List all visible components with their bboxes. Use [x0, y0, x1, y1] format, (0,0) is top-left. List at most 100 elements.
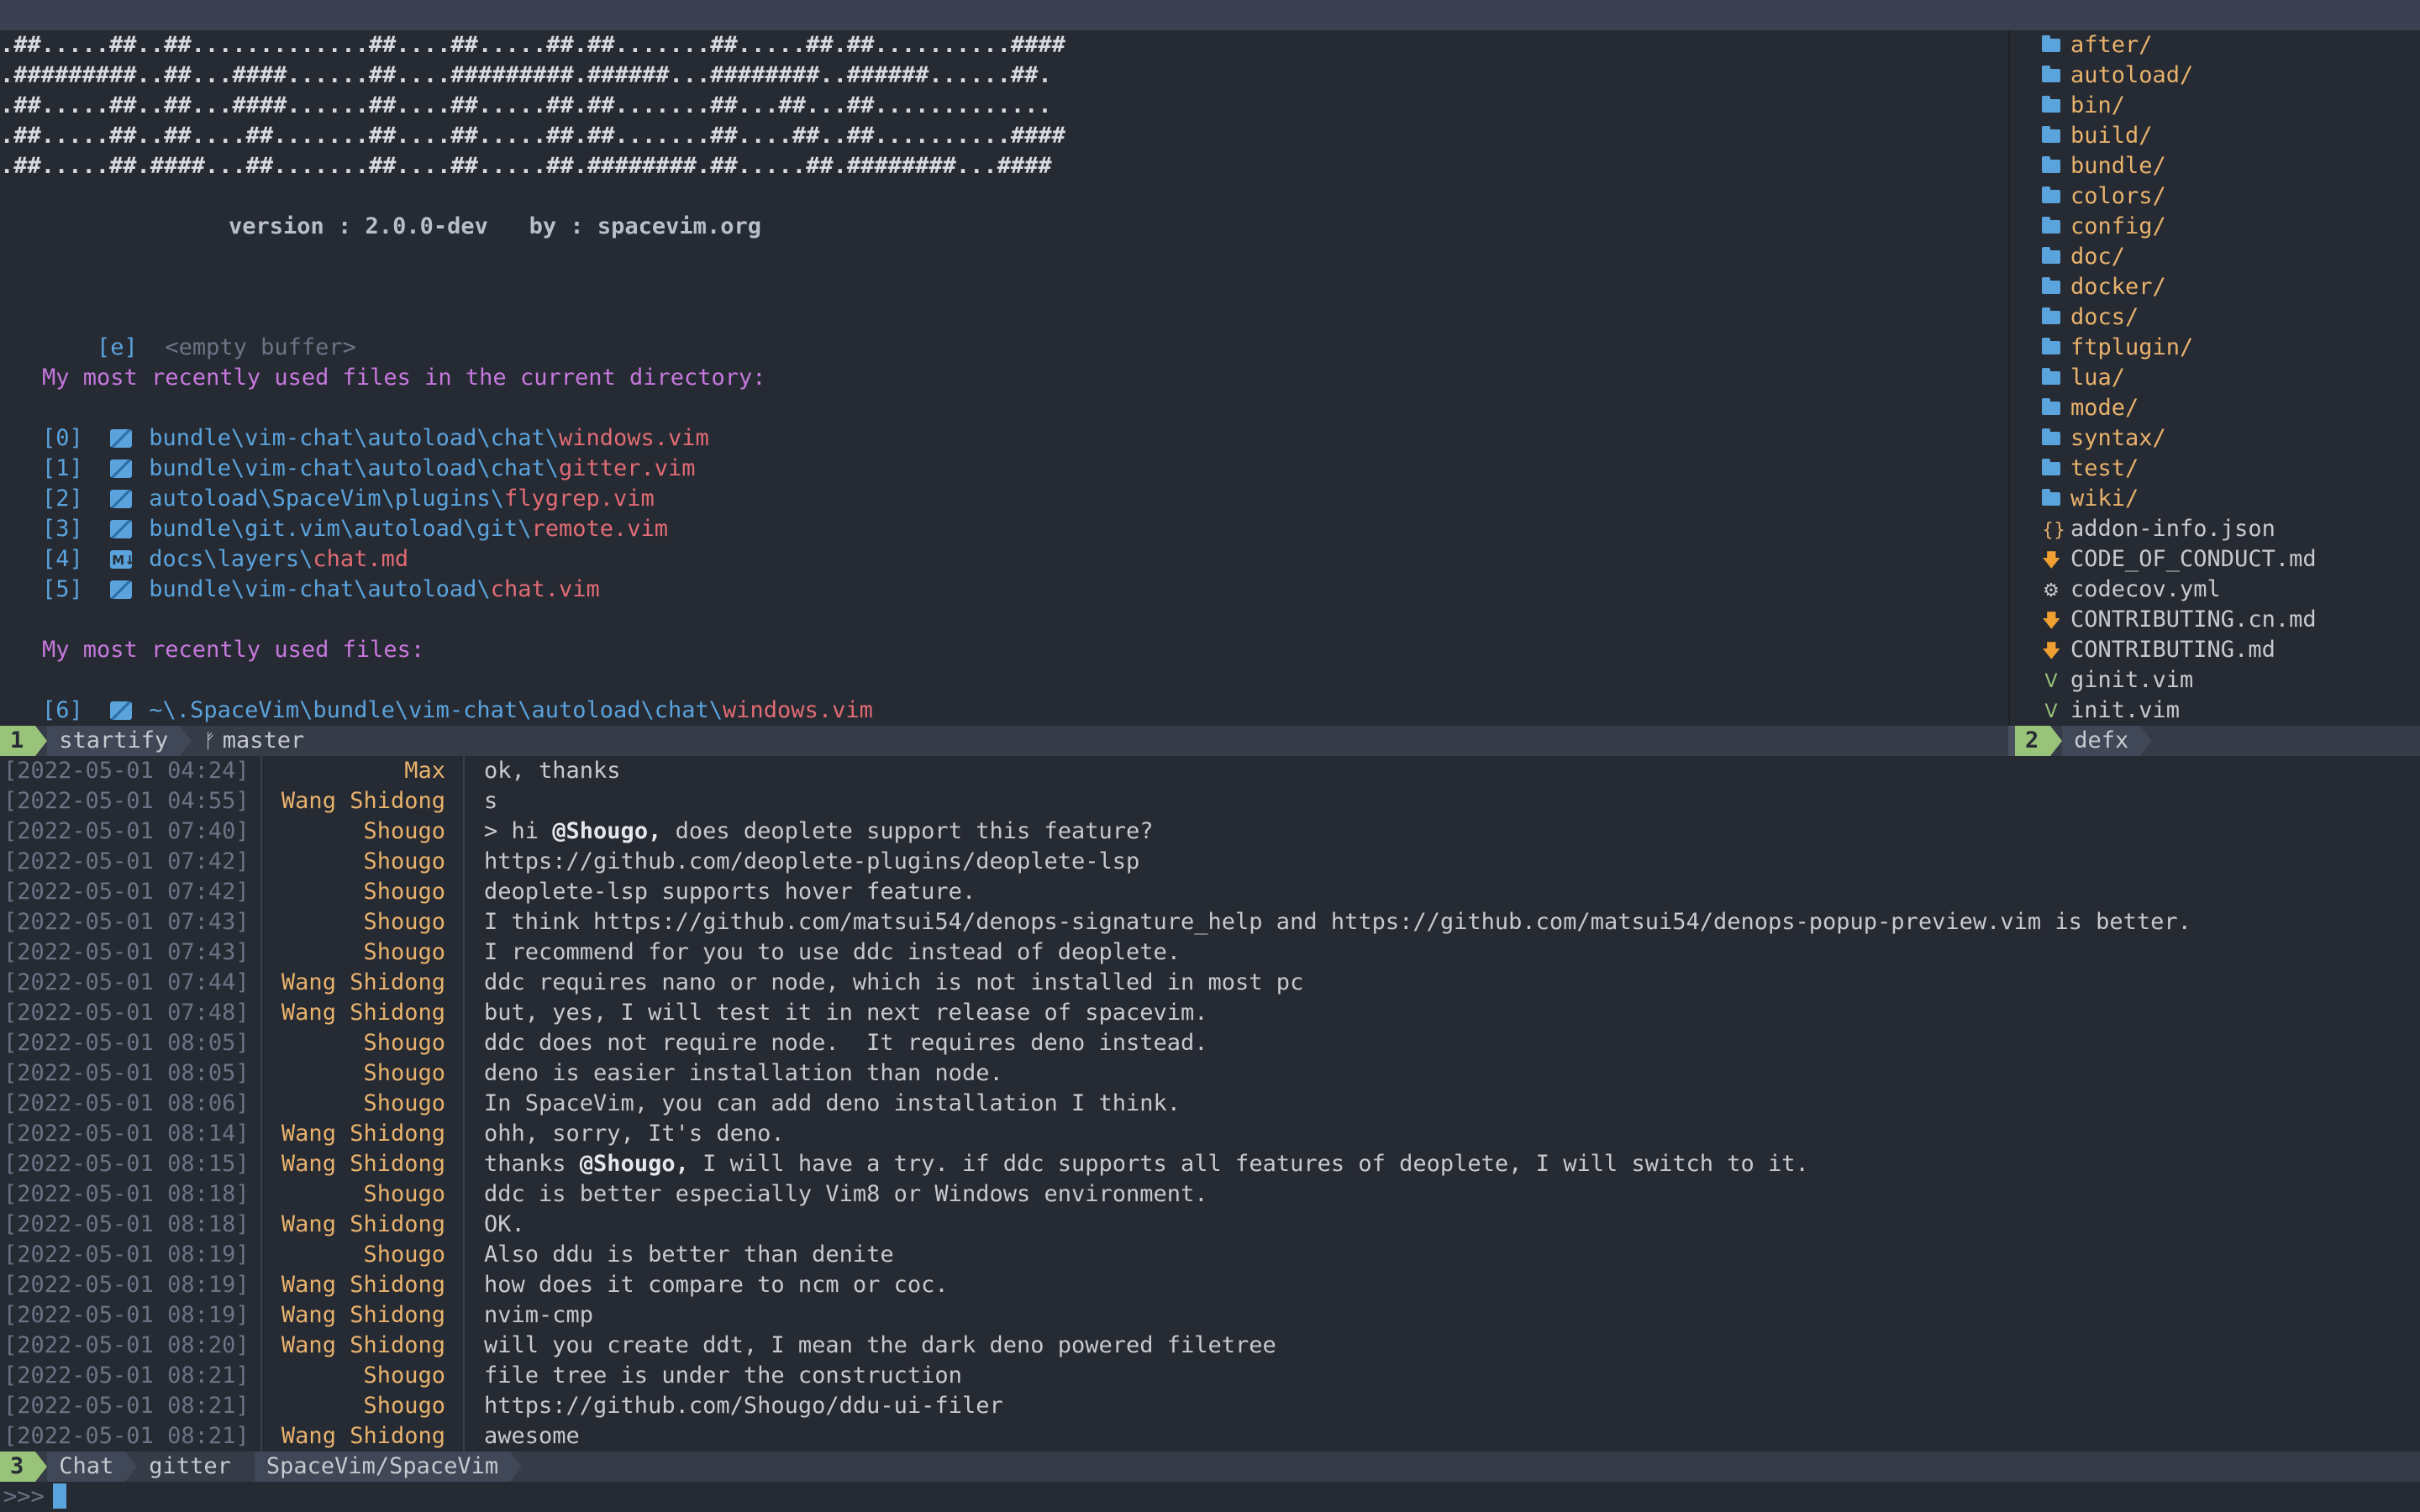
- chat-message: [2022-05-01 08:06] Shougo In SpaceVim, you…: [0, 1089, 2420, 1119]
- mru-file-item[interactable]: [1] bundle\vim-chat\autoload\chat\gitter…: [42, 454, 696, 484]
- startify-pane[interactable]: .##.....##..##.............##....##.....…: [0, 30, 2008, 726]
- defx-entry[interactable]: docs/: [2042, 302, 2139, 333]
- message-author[interactable]: Max: [0, 756, 445, 786]
- user-mention[interactable]: @Shougo,: [580, 1151, 689, 1177]
- chat-message-pane[interactable]: [2022-05-01 04:24] Max ok, thanks [2022-05-…: [0, 756, 2420, 1452]
- folder-icon: [2042, 35, 2060, 52]
- defx-entry[interactable]: bin/: [2042, 91, 2125, 121]
- file-path: bundle\vim-chat\autoload\chat\: [149, 455, 559, 481]
- defx-entry[interactable]: docker/: [2042, 272, 2166, 302]
- message-author[interactable]: Wang Shidong: [0, 1331, 445, 1361]
- defx-entry[interactable]: ftplugin/: [2042, 333, 2193, 363]
- folder-icon: [2042, 277, 2060, 294]
- folder-icon: [2042, 338, 2060, 354]
- markdown-icon: 🡇: [2042, 611, 2061, 632]
- message-author[interactable]: Shougo: [0, 816, 445, 847]
- message-author[interactable]: Wang Shidong: [0, 998, 445, 1028]
- message-author[interactable]: Shougo: [0, 847, 445, 877]
- defx-entry[interactable]: ⚙ codecov.yml: [2042, 575, 2221, 605]
- defx-entry[interactable]: after/: [2042, 30, 2153, 60]
- entry-name: CONTRIBUTING.md: [2070, 637, 2275, 663]
- chat-message: [2022-05-01 08:21] Shougo https://github.c…: [0, 1391, 2420, 1421]
- chat-message: [2022-05-01 08:05] Shougo ddc does not req…: [0, 1028, 2420, 1058]
- message-author[interactable]: Wang Shidong: [0, 1119, 445, 1149]
- file-path: autoload\SpaceVim\plugins\: [149, 486, 504, 512]
- message-author[interactable]: Wang Shidong: [0, 786, 445, 816]
- chat-message: [2022-05-01 08:21] Shougo file tree is und…: [0, 1361, 2420, 1391]
- chat-message: [2022-05-01 08:05] Shougo deno is easier i…: [0, 1058, 2420, 1089]
- defx-entry[interactable]: 🡇 CONTRIBUTING.md: [2042, 635, 2275, 665]
- message-author[interactable]: Wang Shidong: [0, 1421, 445, 1452]
- file-path: docs\layers\: [149, 546, 313, 572]
- message-author[interactable]: Shougo: [0, 877, 445, 907]
- file-path: bundle\vim-chat\autoload\chat\: [149, 425, 559, 451]
- defx-entry[interactable]: wiki/: [2042, 484, 2139, 514]
- message-author[interactable]: Wang Shidong: [0, 968, 445, 998]
- file-index: [5]: [42, 576, 83, 602]
- file-name: remote.vim: [531, 516, 669, 542]
- chat-message: [2022-05-01 07:42] Shougo deoplete-lsp sup…: [0, 877, 2420, 907]
- defx-entry[interactable]: syntax/: [2042, 423, 2166, 454]
- user-mention[interactable]: @Shougo,: [552, 818, 661, 844]
- defx-entry[interactable]: mode/: [2042, 393, 2139, 423]
- message-author[interactable]: Shougo: [0, 1391, 445, 1421]
- mru-file-item[interactable]: [2] autoload\SpaceVim\plugins\flygrep.vi…: [42, 484, 655, 514]
- vim-icon: V: [2044, 671, 2058, 692]
- entry-name: ftplugin/: [2070, 334, 2194, 360]
- message-author[interactable]: Wang Shidong: [0, 1300, 445, 1331]
- defx-entry[interactable]: bundle/: [2042, 151, 2166, 181]
- message-author[interactable]: Shougo: [0, 1361, 445, 1391]
- message-text: https://github.com/deoplete-plugins/deop…: [484, 848, 1140, 874]
- entry-name: mode/: [2070, 395, 2139, 421]
- defx-entry[interactable]: autoload/: [2042, 60, 2193, 91]
- entry-name: codecov.yml: [2070, 576, 2221, 602]
- message-text: In SpaceVim, you can add deno installati…: [484, 1090, 1181, 1116]
- defx-entry[interactable]: 🡇 CODE_OF_CONDUCT.md: [2042, 544, 2317, 575]
- folder-icon: [2042, 368, 2060, 385]
- message-author[interactable]: Shougo: [0, 907, 445, 937]
- chat-input-line[interactable]: >>>: [0, 1482, 2420, 1512]
- entry-name: bin/: [2070, 92, 2126, 118]
- markdown-icon: 🡇: [2042, 550, 2061, 571]
- message-author[interactable]: Wang Shidong: [0, 1270, 445, 1300]
- version-line: version : 2.0.0-dev by : spacevim.org: [229, 213, 761, 239]
- entry-name: CODE_OF_CONDUCT.md: [2070, 546, 2317, 572]
- defx-entry[interactable]: test/: [2042, 454, 2139, 484]
- message-text: file tree is under the construction: [484, 1362, 962, 1389]
- mru-file-item[interactable]: [6] ~\.SpaceVim\bundle\vim-chat\autoload…: [42, 696, 873, 726]
- defx-entry[interactable]: Vinit.vim: [2042, 696, 2180, 726]
- defx-file-tree[interactable]: after/autoload/bin/build/bundle/colors/c…: [2010, 30, 2420, 726]
- chat-message: [2022-05-01 07:40] Shougo > hi @Shougo, do…: [0, 816, 2420, 847]
- defx-entry[interactable]: lua/: [2042, 363, 2125, 393]
- banner-line: .##.....##..##...####......##....##.....…: [0, 92, 1052, 118]
- message-author[interactable]: Shougo: [0, 1028, 445, 1058]
- message-author[interactable]: Wang Shidong: [0, 1149, 445, 1179]
- file-path: bundle\vim-chat\autoload\: [149, 576, 491, 602]
- message-author[interactable]: Shougo: [0, 1240, 445, 1270]
- defx-entry[interactable]: {} addon-info.json: [2042, 514, 2275, 544]
- defx-entry[interactable]: config/: [2042, 212, 2166, 242]
- defx-entry[interactable]: build/: [2042, 121, 2153, 151]
- message-text: how does it compare to ncm or coc.: [484, 1272, 949, 1298]
- entry-name: docker/: [2070, 274, 2166, 300]
- file-name: gitter.vim: [558, 455, 696, 481]
- mru-file-item[interactable]: [3] bundle\git.vim\autoload\git\remote.v…: [42, 514, 668, 544]
- mru-file-item[interactable]: [4] docs\layers\chat.md: [42, 544, 408, 575]
- message-text: s: [484, 788, 498, 814]
- entry-name: bundle/: [2070, 153, 2166, 179]
- mru-file-item[interactable]: [5] bundle\vim-chat\autoload\chat.vim: [42, 575, 600, 605]
- chat-message: [2022-05-01 08:18] Shougo ddc is better es…: [0, 1179, 2420, 1210]
- defx-entry[interactable]: 🡇 CONTRIBUTING.cn.md: [2042, 605, 2317, 635]
- message-text: deno is easier installation than node.: [484, 1060, 1003, 1086]
- defx-entry[interactable]: colors/: [2042, 181, 2166, 212]
- message-author[interactable]: Wang Shidong: [0, 1210, 445, 1240]
- message-author[interactable]: Shougo: [0, 937, 445, 968]
- message-author[interactable]: Shougo: [0, 1179, 445, 1210]
- defx-entry[interactable]: doc/: [2042, 242, 2125, 272]
- message-author[interactable]: Shougo: [0, 1089, 445, 1119]
- mru-file-item[interactable]: [0] bundle\vim-chat\autoload\chat\window…: [42, 423, 709, 454]
- message-text: ddc does not require node. It requires d…: [484, 1030, 1208, 1056]
- message-author[interactable]: Shougo: [0, 1058, 445, 1089]
- empty-buffer-item[interactable]: [e] <empty buffer>: [42, 302, 356, 360]
- defx-entry[interactable]: Vginit.vim: [2042, 665, 2193, 696]
